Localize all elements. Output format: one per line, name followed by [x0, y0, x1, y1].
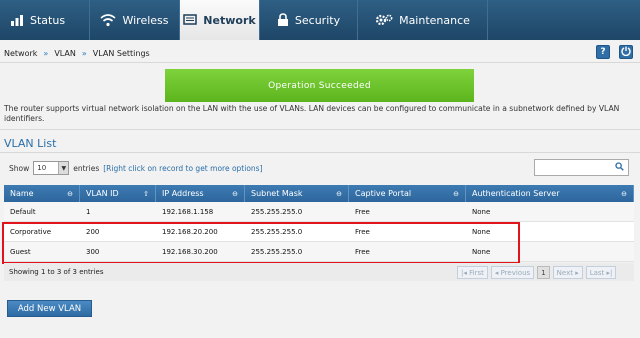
- success-banner: Operation Succeeded: [165, 69, 474, 102]
- first-page-icon: |◂: [461, 268, 467, 277]
- column-header-vlan-id[interactable]: VLAN ID ⇧: [80, 185, 156, 202]
- entries-summary: Showing 1 to 3 of 3 entries: [9, 268, 104, 276]
- divider: [0, 129, 640, 130]
- column-header-name[interactable]: Name ⊖: [4, 185, 80, 202]
- tab-security-label: Security: [294, 13, 341, 27]
- sort-icon: ⊖: [453, 189, 459, 198]
- sort-icon: ⊖: [232, 189, 238, 198]
- breadcrumb-network[interactable]: Network: [4, 49, 37, 58]
- first-page-button[interactable]: |◂ First: [457, 266, 488, 279]
- chevron-down-icon: ▼: [58, 162, 69, 174]
- tab-wireless[interactable]: Wireless: [90, 0, 180, 40]
- gear-icon: [375, 13, 393, 27]
- cell-authentication-server: None: [472, 207, 491, 216]
- add-new-vlan-button[interactable]: Add New VLAN: [7, 300, 92, 317]
- divider: [0, 62, 640, 63]
- sort-asc-icon: ⇧: [143, 189, 149, 198]
- last-page-label: Last: [589, 268, 605, 277]
- tab-security[interactable]: Security: [260, 0, 358, 40]
- tab-status[interactable]: Status: [0, 0, 90, 40]
- tab-maintenance-label: Maintenance: [399, 13, 470, 27]
- breadcrumb-separator: »: [81, 49, 87, 58]
- next-page-button[interactable]: Next ▸: [552, 266, 583, 279]
- network-icon: [183, 14, 198, 26]
- sort-icon: ⊖: [621, 189, 627, 198]
- tab-wireless-label: Wireless: [122, 13, 169, 27]
- status-icon: [10, 13, 24, 27]
- help-icon: ?: [600, 47, 606, 57]
- entries-select-value: 10: [37, 164, 47, 172]
- tab-network[interactable]: Network: [180, 0, 260, 40]
- cell-captive-portal: Free: [355, 207, 370, 216]
- column-header-label: Authentication Server: [472, 189, 560, 198]
- search-input[interactable]: [534, 159, 629, 176]
- column-header-label: IP Address: [162, 189, 204, 198]
- nav-filler: [488, 0, 640, 40]
- column-header-authentication-server[interactable]: Authentication Server ⊖: [466, 185, 634, 202]
- last-page-icon: ▸|: [606, 268, 613, 277]
- show-label: Show: [9, 163, 30, 173]
- top-nav: Status Wireless Network Security Mainten…: [0, 0, 640, 40]
- first-page-label: First: [469, 268, 484, 277]
- column-header-ip-address[interactable]: IP Address ⊖: [156, 185, 245, 202]
- tab-status-label: Status: [30, 13, 66, 27]
- highlight-box: [2, 222, 520, 264]
- entries-label: entries: [73, 163, 100, 173]
- logout-button[interactable]: [619, 45, 633, 59]
- lock-icon: [277, 13, 289, 27]
- cell-ip-address: 192.168.1.158: [162, 207, 214, 216]
- column-header-captive-portal[interactable]: Captive Portal ⊖: [349, 185, 466, 202]
- logout-icon: [621, 46, 631, 59]
- breadcrumb-separator: »: [43, 49, 49, 58]
- tab-network-label: Network: [203, 13, 256, 27]
- table-header: Name ⊖ VLAN ID ⇧ IP Address ⊖ Subnet Mask ⊖ …: [4, 185, 634, 202]
- show-entries-control: Show 10 ▼ entries [Right click on record…: [9, 161, 263, 175]
- column-header-subnet-mask[interactable]: Subnet Mask ⊖: [245, 185, 349, 202]
- section-title: VLAN List: [4, 137, 57, 150]
- help-button[interactable]: ?: [596, 45, 610, 59]
- breadcrumb-vlan-settings: VLAN Settings: [92, 49, 150, 58]
- previous-page-icon: ◂: [494, 268, 499, 277]
- pagination: |◂ First ◂ Previous 1 Next ▸ Last ▸|: [457, 266, 617, 279]
- sort-icon: ⊖: [336, 189, 342, 198]
- search-icon: [615, 162, 624, 173]
- column-header-label: Captive Portal: [355, 189, 412, 198]
- right-click-hint: [Right click on record to get more optio…: [103, 163, 263, 173]
- cell-name: Default: [10, 207, 36, 216]
- page-description: The router supports virtual network isol…: [4, 104, 620, 123]
- page-number-button[interactable]: 1: [537, 266, 550, 279]
- next-page-icon: ▸: [575, 268, 579, 277]
- column-header-label: VLAN ID: [86, 189, 119, 198]
- tab-maintenance[interactable]: Maintenance: [358, 0, 488, 40]
- breadcrumb-vlan[interactable]: VLAN: [54, 49, 76, 58]
- entries-select[interactable]: 10 ▼: [33, 161, 70, 175]
- breadcrumb: Network » VLAN » VLAN Settings: [4, 49, 150, 58]
- table-row[interactable]: Default 1 192.168.1.158 255.255.255.0 Fr…: [4, 202, 634, 222]
- sort-icon: ⊖: [67, 189, 73, 198]
- column-header-label: Name: [10, 189, 34, 198]
- previous-page-label: Previous: [500, 268, 531, 277]
- column-header-label: Subnet Mask: [251, 189, 303, 198]
- next-page-label: Next: [556, 268, 573, 277]
- previous-page-button[interactable]: ◂ Previous: [490, 266, 535, 279]
- cell-vlan-id: 1: [86, 207, 91, 216]
- wireless-icon: [100, 13, 117, 27]
- last-page-button[interactable]: Last ▸|: [585, 266, 617, 279]
- cell-subnet-mask: 255.255.255.0: [251, 207, 303, 216]
- divider: [0, 152, 640, 153]
